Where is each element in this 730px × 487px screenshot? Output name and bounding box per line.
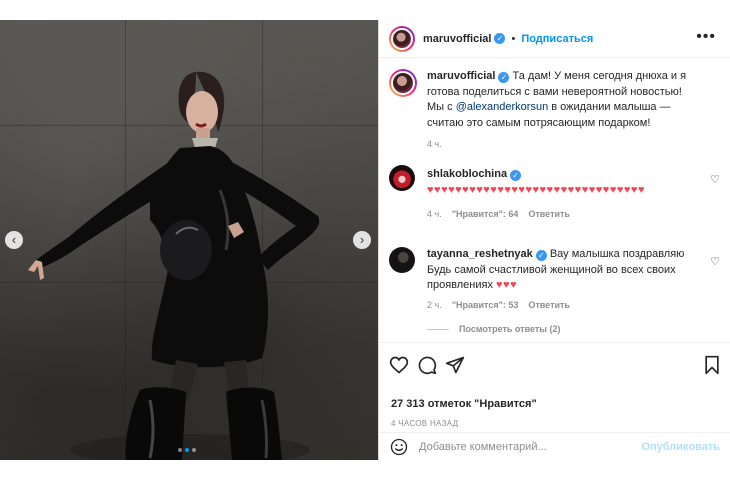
view-replies-button[interactable]: Посмотреть ответы (2) [427, 324, 560, 334]
comment-icon[interactable] [417, 355, 437, 375]
verified-badge-icon: ✓ [510, 170, 522, 181]
heart-icon[interactable]: ♡ [710, 173, 720, 186]
comment-input[interactable]: Добавьте комментарий... [419, 441, 547, 453]
comment-author[interactable]: shlakoblochina [427, 168, 507, 180]
caption-author[interactable]: maruvofficial [427, 70, 495, 82]
comment-meta: 4 ч. "Нравится": 64 Ответить [427, 209, 570, 219]
comments-list: maruvofficial ✓ Та дам! У меня сегодня дн… [379, 59, 730, 341]
verified-badge-icon: ✓ [535, 250, 547, 261]
carousel-dot [178, 448, 182, 452]
heart-icon[interactable] [389, 355, 409, 375]
avatar-ring[interactable] [389, 69, 417, 97]
comment-hearts: ♥♥♥ [496, 279, 518, 291]
separator-dot: • [511, 32, 516, 45]
avatar [391, 27, 413, 50]
avatar-ring[interactable] [389, 25, 415, 52]
comment-item: shlakoblochina ✓ ♥♥♥♥♥♥♥♥♥♥♥♥♥♥♥♥♥♥♥♥♥♥♥♥… [389, 165, 720, 225]
comment-time[interactable]: 4 ч. [427, 209, 442, 219]
post-dialog: ‹ › maruvofficial ✓ • Подписаться ••• ma… [0, 20, 730, 460]
verified-badge-icon: ✓ [498, 72, 510, 83]
avatar[interactable] [389, 165, 415, 191]
comment-item: tayanna_reshetnyak ✓ Вау малышка поздравл… [389, 247, 720, 335]
carousel-dots [178, 448, 196, 452]
carousel-dot-active [185, 448, 189, 452]
post-author[interactable]: maruvofficial [423, 33, 491, 45]
carousel-dot [192, 448, 196, 452]
emoji-icon[interactable] [390, 438, 408, 456]
avatar [391, 71, 415, 95]
comment-likes[interactable]: "Нравится": 53 [452, 300, 519, 310]
avatar[interactable] [389, 247, 415, 273]
caption-text: maruvofficial ✓ Та дам! У меня сегодня дн… [427, 69, 700, 131]
chevron-right-icon[interactable]: › [353, 231, 371, 249]
chevron-left-icon[interactable]: ‹ [5, 231, 23, 249]
comment-hearts: ♥♥♥♥♥♥♥♥♥♥♥♥♥♥♥♥♥♥♥♥♥♥♥♥♥♥♥♥♥♥♥ [427, 183, 645, 196]
model-figure [28, 71, 320, 460]
action-bar: 27 313 отметок "Нравится" 4 ЧАСОВ НАЗАД [379, 342, 730, 432]
comment-text: tayanna_reshetnyak ✓ Вау малышка поздравл… [427, 247, 700, 294]
mention-link[interactable]: @alexanderkorsun [456, 101, 549, 113]
comment-likes[interactable]: "Нравится": 64 [452, 209, 519, 219]
publish-button[interactable]: Опубликовать [641, 441, 720, 453]
follow-button[interactable]: Подписаться [521, 33, 593, 45]
post-photo[interactable]: ‹ › [0, 20, 378, 460]
caption: maruvofficial ✓ Та дам! У меня сегодня дн… [389, 69, 720, 159]
bookmark-icon[interactable] [702, 355, 722, 375]
reply-button[interactable]: Ответить [528, 209, 570, 219]
caption-time[interactable]: 4 ч. [427, 139, 442, 149]
post-time[interactable]: 4 ЧАСОВ НАЗАД [391, 419, 458, 428]
more-icon[interactable]: ••• [696, 28, 716, 46]
comment-text: shlakoblochina ✓ ♥♥♥♥♥♥♥♥♥♥♥♥♥♥♥♥♥♥♥♥♥♥♥♥… [427, 167, 700, 198]
likes-count[interactable]: 27 313 отметок "Нравится" [391, 398, 537, 410]
post-side-panel: maruvofficial ✓ • Подписаться ••• maruvo… [379, 20, 730, 460]
share-icon[interactable] [445, 355, 465, 375]
comment-meta: 2 ч. "Нравится": 53 Ответить [427, 300, 570, 310]
post-header: maruvofficial ✓ • Подписаться ••• [379, 20, 730, 58]
verified-badge-icon: ✓ [494, 33, 506, 44]
heart-icon[interactable]: ♡ [710, 255, 720, 268]
reply-button[interactable]: Ответить [528, 300, 570, 310]
comment-time[interactable]: 2 ч. [427, 300, 442, 310]
comment-form: Добавьте комментарий... Опубликовать [379, 432, 730, 460]
comment-author[interactable]: tayanna_reshetnyak [427, 248, 533, 260]
